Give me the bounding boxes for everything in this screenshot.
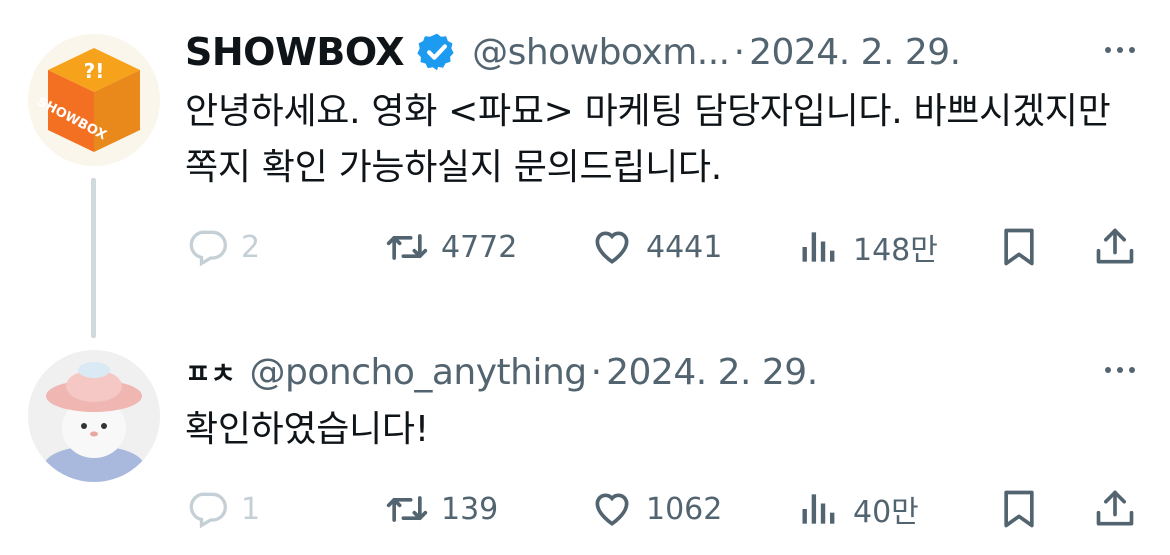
tweet-header: SHOWBOX @showboxm... · 2024. 2. 29. bbox=[185, 26, 961, 78]
like-button[interactable]: 4441 bbox=[590, 222, 722, 272]
reply-icon bbox=[189, 230, 227, 267]
like-button[interactable]: 1062 bbox=[590, 484, 722, 534]
bookmark-button[interactable] bbox=[997, 484, 1041, 534]
reply-icon bbox=[189, 492, 227, 529]
bookmark-icon bbox=[1004, 490, 1034, 528]
retweet-count: 4772 bbox=[441, 229, 518, 265]
retweet-count: 139 bbox=[441, 491, 499, 527]
retweet-button[interactable]: 4772 bbox=[385, 222, 517, 272]
bookmark-button[interactable] bbox=[997, 222, 1041, 272]
views-icon bbox=[802, 494, 835, 524]
display-name[interactable]: SHOWBOX bbox=[185, 30, 405, 74]
like-count: 4441 bbox=[646, 229, 723, 265]
separator: · bbox=[733, 31, 746, 73]
retweet-icon bbox=[386, 496, 428, 522]
heart-icon bbox=[595, 493, 629, 526]
heart-icon bbox=[595, 231, 629, 264]
retweet-button[interactable]: 139 bbox=[385, 484, 498, 534]
separator: · bbox=[590, 351, 603, 393]
tweet-date[interactable]: 2024. 2. 29. bbox=[606, 352, 818, 393]
bookmark-icon bbox=[1004, 228, 1034, 266]
tweet-text: 안녕하세요. 영화 <파묘> 마케팅 담당자입니다. 바쁘시겠지만 쪽지 확인 … bbox=[185, 91, 1111, 188]
tweet-actions: 1 139 1062 40만 bbox=[185, 484, 1145, 534]
user-handle[interactable]: @showboxm... bbox=[472, 32, 730, 73]
tweet-date[interactable]: 2024. 2. 29. bbox=[749, 32, 961, 73]
plush-toy-avatar bbox=[28, 350, 160, 482]
retweet-icon bbox=[386, 234, 428, 260]
share-icon bbox=[1096, 228, 1134, 264]
reply-button[interactable]: 2 bbox=[185, 222, 260, 272]
display-name[interactable]: ㅍㅊ bbox=[185, 352, 236, 392]
tweet-header: ㅍㅊ @poncho_anything · 2024. 2. 29. bbox=[185, 346, 818, 398]
showbox-logo: ?! SHOWBOX bbox=[28, 34, 160, 166]
avatar[interactable]: ?! SHOWBOX bbox=[28, 34, 160, 166]
view-count: 40만 bbox=[853, 495, 919, 530]
views-button[interactable]: 148만 bbox=[797, 222, 938, 272]
view-count: 148만 bbox=[853, 233, 938, 268]
like-count: 1062 bbox=[646, 491, 723, 527]
tweet-actions: 2 4772 4441 148만 bbox=[185, 222, 1145, 272]
share-button[interactable] bbox=[1093, 484, 1137, 534]
views-icon bbox=[802, 232, 835, 262]
more-icon[interactable] bbox=[1100, 30, 1140, 70]
verified-badge-icon bbox=[417, 33, 454, 71]
more-icon[interactable] bbox=[1100, 350, 1140, 390]
user-handle[interactable]: @poncho_anything bbox=[250, 352, 588, 393]
reply-count: 2 bbox=[241, 229, 261, 265]
share-icon bbox=[1096, 490, 1134, 526]
thread-line bbox=[91, 178, 96, 338]
svg-text:?!: ?! bbox=[84, 59, 105, 83]
share-button[interactable] bbox=[1093, 222, 1137, 272]
tweet-text: 확인하였습니다! bbox=[185, 409, 429, 450]
views-button[interactable]: 40만 bbox=[797, 484, 919, 534]
reply-button[interactable]: 1 bbox=[185, 484, 260, 534]
reply-count: 1 bbox=[241, 491, 261, 527]
avatar[interactable] bbox=[28, 350, 160, 482]
